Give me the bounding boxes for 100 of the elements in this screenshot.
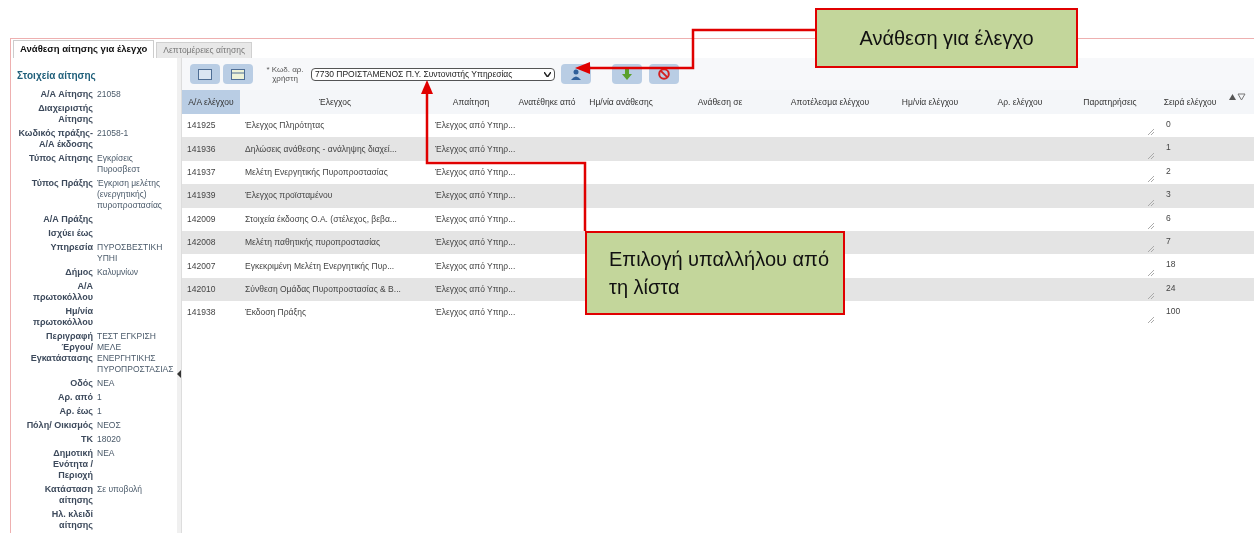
column-header[interactable]: Ημ/νία ανάθεσης bbox=[582, 90, 660, 114]
table-cell-text: 142010 bbox=[186, 283, 217, 296]
callout: Ανάθεση για έλεγχο bbox=[815, 8, 1078, 68]
field-value: 21058-1 bbox=[97, 128, 130, 140]
column-header[interactable]: Σειρά ελέγχου bbox=[1160, 90, 1220, 114]
dropdown-icon bbox=[544, 71, 551, 77]
field-value: ΝΕΑ bbox=[97, 378, 116, 389]
table-cell-text: 141939 bbox=[186, 189, 217, 203]
column-header[interactable]: Αρ. ελέγχου bbox=[980, 90, 1060, 114]
table-cell-text: 141936 bbox=[186, 142, 217, 156]
table-cell-text: 1 bbox=[1165, 141, 1172, 155]
column-header[interactable]: Αποτέλεσμα ελέγχου bbox=[780, 90, 880, 114]
table-cell-text: 7 bbox=[1165, 234, 1172, 248]
column-header[interactable]: Ανατέθηκε από bbox=[512, 90, 582, 114]
panel-icon bbox=[198, 68, 212, 80]
resize-grip-icon[interactable] bbox=[1148, 222, 1154, 229]
table-cell-text: Εγκεκριμένη Μελέτη Ενεργητικής Πυρ... bbox=[244, 259, 396, 273]
resize-grip-icon[interactable] bbox=[1148, 269, 1154, 276]
user-select[interactable]: 7730 ΠΡΟΙΣΤΑΜΕΝΟΣ Π.Υ. Συντονιστής Υπηρεσίας bbox=[311, 67, 555, 81]
resize-grip-icon[interactable] bbox=[1148, 293, 1154, 300]
table-cell-text: 141937 bbox=[186, 166, 217, 179]
table-cell-text: Έλεγχος προϊσταμένου bbox=[244, 189, 334, 203]
field-label: Ισχύει έως bbox=[47, 228, 93, 239]
resize-grip-icon[interactable] bbox=[1148, 199, 1154, 206]
column-header[interactable]: Έλεγχος bbox=[240, 90, 430, 114]
table-row[interactable]: 141939 Έλεγχος προϊσταμένου Έλεγχος από Υπηρ... 3 bbox=[182, 184, 1254, 208]
table-cell-text: Μελέτη παθητικής πυροπροστασίας bbox=[244, 236, 382, 249]
field-value: Σε υποβολή bbox=[97, 484, 143, 496]
table-cell-text: Έλεγχος Πληρότητας bbox=[244, 119, 326, 133]
person-icon bbox=[570, 68, 582, 80]
cancel-button[interactable] bbox=[649, 64, 679, 84]
field-label: Αρ. έως bbox=[58, 406, 93, 417]
resize-grip-icon[interactable] bbox=[1148, 129, 1154, 136]
field-value: 18020 bbox=[97, 434, 122, 445]
table-cell-text: Μελέτη Ενεργητικής Πυροπροστασίας bbox=[244, 166, 389, 179]
tab[interactable]: Ανάθεση αίτησης για έλεγχο bbox=[13, 40, 155, 58]
panel-title: Στοιχεία αίτησης bbox=[17, 69, 97, 83]
resize-grip-icon[interactable] bbox=[1148, 176, 1154, 183]
column-header[interactable]: Απαίτηση bbox=[430, 90, 512, 114]
field-label: Ημ/νία πρωτοκόλλου bbox=[32, 306, 93, 328]
table-cell-text: 141925 bbox=[186, 119, 217, 133]
field-value: 1 bbox=[97, 406, 103, 417]
field-label: Ηλ. κλειδί αίτησης bbox=[50, 509, 93, 531]
field-label: Τύπος Πράξης bbox=[30, 178, 93, 190]
resize-grip-icon[interactable] bbox=[1148, 316, 1154, 323]
table-cell-text: Στοιχεία έκδοσης Ο.Α. (στέλεχος, βεβα... bbox=[244, 212, 398, 226]
field-label: Πόλη/ Οικισμός bbox=[25, 420, 93, 431]
sort-icon[interactable] bbox=[1228, 93, 1246, 100]
field-value: 21058 bbox=[97, 89, 122, 100]
field-value: ΝΕΑ bbox=[97, 448, 116, 460]
field-label: Διαχειριστής Αίτησης bbox=[37, 103, 93, 125]
table-cell-text: 142007 bbox=[186, 259, 217, 273]
table-cell-text: Έκδοση Πράξης bbox=[244, 306, 308, 320]
column-header[interactable]: Παρατηρήσεις bbox=[1060, 90, 1160, 114]
field-label: Οδός bbox=[69, 378, 93, 389]
field-value: ΤΕΣΤ ΕΓΚΡΙΣΗ ΜΕΛΕ ΕΝΕΡΓΗΤΙΚΗΣ ΠΥΡΟΠΡΟΣΤΑΣΙΑΣ bbox=[97, 331, 175, 375]
tab[interactable]: Λεπτομέρειες αίτησης bbox=[156, 42, 253, 58]
table-cell-text: Σύνθεση Ομάδας Πυροπροστασίας & Β... bbox=[244, 283, 402, 296]
field-label: Δημοτική Ενότητα / Περιοχή bbox=[51, 448, 93, 481]
table-cell-text: 6 bbox=[1165, 211, 1172, 225]
field-value: Έγκριση μελέτης (ενεργητικής) πυροπροστασίας bbox=[97, 178, 163, 211]
table-cell-text: 2 bbox=[1165, 164, 1172, 178]
field-label: ΤΚ bbox=[80, 434, 93, 445]
column-header[interactable]: Ημ/νία ελέγχου bbox=[880, 90, 980, 114]
column-header[interactable]: Ανάθεση σε bbox=[660, 90, 780, 114]
field-value: 1 bbox=[97, 392, 103, 403]
view-button[interactable] bbox=[223, 64, 253, 84]
field-label: Περιγραφή Έργου/ Εγκατάστασης bbox=[29, 331, 93, 365]
table-cell-text: 100 bbox=[1165, 305, 1182, 318]
table-cell-text: 18 bbox=[1165, 258, 1177, 272]
field-value: Εγκρίσεις Πυροσβεστ bbox=[97, 153, 141, 175]
table-row[interactable]: 141936 Δηλώσεις ανάθεσης - ανάληψης διαχεί... Έλεγχος από Υπηρ... 1 bbox=[182, 137, 1254, 161]
field-label: Τύπος Αίτησης bbox=[28, 153, 93, 165]
field-label: Υπηρεσία bbox=[49, 242, 93, 254]
resize-grip-icon[interactable] bbox=[1148, 246, 1154, 253]
transfer-button[interactable] bbox=[612, 64, 642, 84]
field-value: Καλυμνίων bbox=[97, 267, 140, 278]
field-label: * Κωδ. αρ. χρήστη bbox=[265, 65, 305, 83]
field-label: Α/Α Αίτησης bbox=[39, 89, 93, 100]
table-cell-text: 0 bbox=[1165, 118, 1172, 131]
table-cell-text: 141938 bbox=[186, 306, 217, 320]
table-cell-text: 24 bbox=[1165, 281, 1177, 295]
field-label: Α/Α Πράξης bbox=[42, 214, 93, 225]
cancel-icon bbox=[658, 68, 670, 80]
field-value: ΝΕΟΣ bbox=[97, 420, 122, 431]
view-button[interactable] bbox=[190, 64, 220, 84]
field-label: Κατάσταση αίτησης bbox=[43, 484, 93, 506]
table-cell-text: 142008 bbox=[186, 236, 217, 249]
field-label: Δήμος bbox=[64, 267, 93, 278]
field-value: ΠΥΡΟΣΒΕΣΤΙΚΗ ΥΠΗΙ bbox=[97, 242, 164, 264]
column-header[interactable]: Α/Α ελέγχου bbox=[182, 90, 240, 114]
field-label: Α/Α πρωτοκόλλου bbox=[32, 281, 93, 303]
field-label: Κωδικός πράξης-Α/Α έκδοσης bbox=[17, 128, 93, 150]
callout: Επιλογή υπαλλήλου από τη λίστα bbox=[585, 231, 845, 315]
arrow-down-icon bbox=[622, 68, 632, 80]
resize-grip-icon[interactable] bbox=[1148, 152, 1154, 159]
collapse-icon[interactable] bbox=[177, 370, 181, 378]
table-cell-text: Δηλώσεις ανάθεσης - ανάληψης διαχεί... bbox=[244, 142, 398, 156]
table-cell-text: 142009 bbox=[186, 212, 217, 226]
field-label: Αρ. από bbox=[57, 392, 93, 403]
